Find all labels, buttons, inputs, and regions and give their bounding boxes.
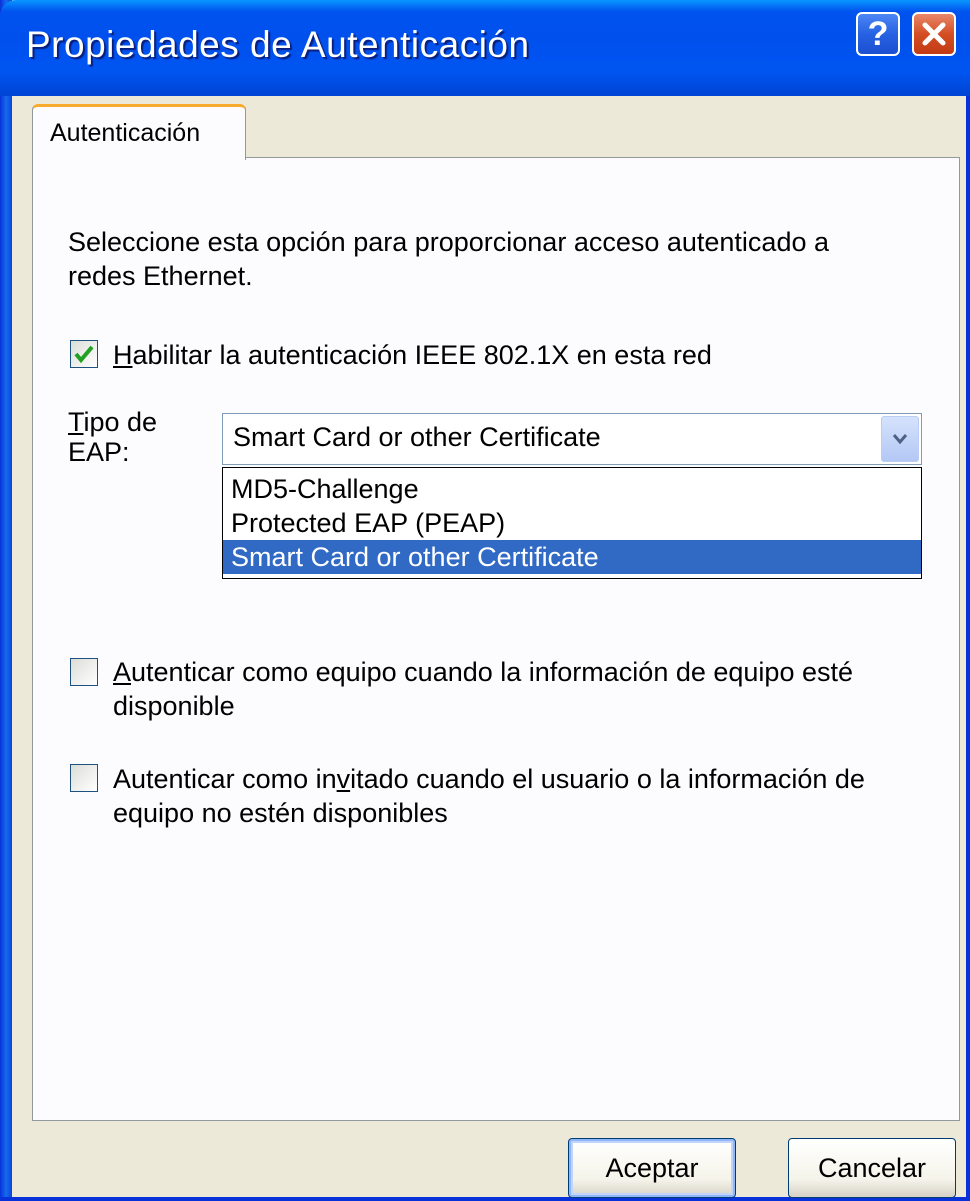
tab-autenticacion[interactable]: Autenticación	[32, 104, 246, 160]
eap-option-peap[interactable]: Protected EAP (PEAP)	[223, 506, 921, 540]
auth-as-guest-checkbox[interactable]	[70, 764, 98, 792]
eap-type-value: Smart Card or other Certificate	[233, 422, 601, 452]
dropdown-arrow-button[interactable]	[881, 416, 919, 462]
chevron-down-icon	[892, 434, 908, 445]
close-button[interactable]	[912, 12, 956, 56]
help-question-icon: ?	[867, 15, 889, 53]
window-frame-left	[0, 0, 12, 1201]
enable-8021x-checkbox[interactable]	[70, 340, 98, 368]
close-x-icon	[922, 22, 946, 46]
cancel-button[interactable]: Cancelar	[788, 1138, 956, 1198]
tab-label: Autenticación	[50, 119, 201, 147]
tab-panel-autenticacion	[32, 157, 960, 1121]
auth-as-guest-label-line2: equipo no estén disponibles	[113, 798, 448, 828]
dialog-window: Propiedades de Autenticación ? Autentica…	[0, 0, 970, 1201]
eap-option-smart-card[interactable]: Smart Card or other Certificate	[223, 540, 921, 574]
auth-as-computer-label[interactable]: Autenticar como equipo cuando la informa…	[113, 655, 853, 689]
auth-as-computer-label-line2: disponible	[113, 691, 235, 721]
ok-button[interactable]: Aceptar	[568, 1138, 736, 1198]
title-bar[interactable]: Propiedades de Autenticación ?	[0, 0, 970, 96]
enable-8021x-label[interactable]: Habilitar la autenticación IEEE 802.1X e…	[113, 338, 712, 372]
checkmark-icon	[74, 345, 94, 364]
window-frame-right	[966, 0, 970, 1201]
help-button[interactable]: ?	[856, 12, 900, 56]
description-line-2: redes Ethernet.	[68, 261, 253, 291]
eap-type-dropdown-list: MD5-Challenge Protected EAP (PEAP) Smart…	[222, 467, 922, 579]
eap-option-md5[interactable]: MD5-Challenge	[223, 472, 921, 506]
eap-type-label: Tipo de	[68, 407, 158, 437]
auth-as-guest-label[interactable]: Autenticar como invitado cuando el usuar…	[113, 762, 865, 796]
description-line-1: Seleccione esta opción para proporcionar…	[68, 227, 829, 257]
eap-type-select[interactable]: Smart Card or other Certificate	[222, 413, 922, 465]
window-title: Propiedades de Autenticación	[26, 24, 530, 65]
eap-type-label-line2: EAP:	[68, 437, 130, 467]
auth-as-computer-checkbox[interactable]	[70, 658, 98, 686]
